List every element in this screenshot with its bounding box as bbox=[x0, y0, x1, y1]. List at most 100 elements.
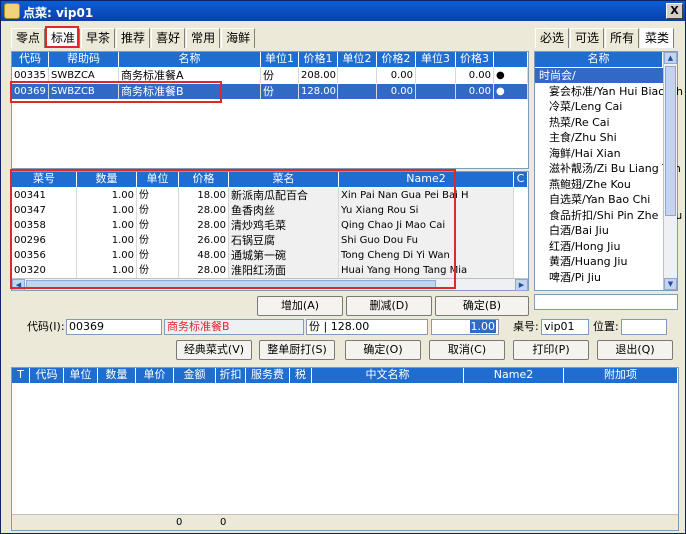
category-item[interactable]: 海鲜/Hai Xian bbox=[549, 146, 621, 161]
position-input[interactable] bbox=[621, 319, 667, 335]
category-vertical-scrollbar[interactable]: ▲ ▼ bbox=[663, 52, 677, 290]
col-amount[interactable]: 金额 bbox=[174, 368, 216, 383]
add-button[interactable]: 增加(A) bbox=[257, 296, 343, 316]
close-button[interactable]: X bbox=[666, 3, 683, 19]
quantity-input[interactable]: 1.00 bbox=[431, 319, 499, 335]
total-amount: 0 bbox=[220, 517, 227, 528]
ok-button[interactable]: 确定(B) bbox=[435, 296, 529, 316]
col-c[interactable]: C bbox=[514, 172, 528, 187]
col-t[interactable]: T bbox=[12, 368, 30, 383]
name-display: 商务标准餐B bbox=[164, 319, 304, 335]
category-col-name[interactable]: 名称 bbox=[535, 52, 663, 67]
col-mark bbox=[494, 52, 528, 67]
col-price2[interactable]: 价格2 bbox=[377, 52, 416, 67]
row-mark-icon: ● bbox=[494, 68, 528, 83]
row-mark-icon: ● bbox=[494, 84, 528, 99]
quantity-value: 1.00 bbox=[469, 320, 496, 333]
cell-price2: 0.00 bbox=[377, 68, 416, 83]
scroll-right-icon[interactable]: ▶ bbox=[515, 279, 528, 291]
category-list: 名称 时尚会/宴会标准/Yan Hui Biao Zh 冷菜/Leng Cai 热菜… bbox=[534, 51, 683, 291]
col-code[interactable]: 代码 bbox=[12, 52, 49, 67]
col-unit3[interactable]: 单位3 bbox=[416, 52, 456, 67]
cell-unit3 bbox=[416, 84, 456, 99]
col-chinese-name[interactable]: 中文名称 bbox=[312, 368, 464, 383]
order-table: T 代码 单位 数量 单价 金额 折扣 服务费 税 中文名称 Name2 附加项… bbox=[11, 367, 679, 531]
cell-price3: 0.00 bbox=[456, 84, 494, 99]
col-code[interactable]: 代码 bbox=[30, 368, 64, 383]
table-input[interactable]: vip01 bbox=[541, 319, 589, 335]
col-extras[interactable]: 附加项 bbox=[564, 368, 678, 383]
print-kitchen-button[interactable]: 整单厨打(S) bbox=[259, 340, 335, 360]
classic-dishes-button[interactable]: 经典菜式(V) bbox=[176, 340, 252, 360]
cell-unit2 bbox=[338, 68, 377, 83]
category-item[interactable]: 啤酒/Pi Jiu bbox=[549, 270, 601, 285]
tab-favorite[interactable]: 喜好 bbox=[151, 28, 186, 48]
cell-unit2 bbox=[338, 84, 377, 99]
category-item[interactable]: 冷菜/Leng Cai bbox=[549, 99, 622, 114]
print-button[interactable]: 打印(P) bbox=[513, 340, 589, 360]
category-item[interactable]: 热菜/Re Cai bbox=[549, 115, 610, 130]
exit-button[interactable]: 退出(Q) bbox=[597, 340, 673, 360]
tab-dish-category[interactable]: 菜类 bbox=[640, 28, 675, 48]
col-price1[interactable]: 价格1 bbox=[299, 52, 338, 67]
scroll-up-icon[interactable]: ▲ bbox=[664, 52, 677, 64]
category-item[interactable]: 燕鲍翅/Zhe Kou bbox=[549, 177, 631, 192]
tab-all[interactable]: 所有 bbox=[605, 28, 640, 48]
right-status-box bbox=[534, 294, 678, 310]
window-title: 点菜: vip01 bbox=[23, 6, 94, 20]
tab-optional[interactable]: 可选 bbox=[570, 28, 605, 48]
col-unit-price[interactable]: 单价 bbox=[136, 368, 174, 383]
category-item[interactable]: 黄酒/Huang Jiu bbox=[549, 254, 627, 269]
cell-unit3 bbox=[416, 68, 456, 83]
category-item[interactable]: 时尚会/ bbox=[539, 68, 576, 83]
tab-lingdian[interactable]: 零点 bbox=[11, 28, 46, 48]
code-input[interactable]: 00369 bbox=[66, 319, 162, 335]
detail-highlight-box bbox=[10, 169, 456, 289]
app-icon bbox=[4, 3, 20, 19]
cell-unit1: 份 bbox=[261, 68, 299, 83]
order-table-header: T 代码 单位 数量 单价 金额 折扣 服务费 税 中文名称 Name2 附加项 bbox=[12, 368, 678, 383]
tab-breakfast[interactable]: 早茶 bbox=[81, 28, 116, 48]
col-tax[interactable]: 税 bbox=[290, 368, 312, 383]
col-unit2[interactable]: 单位2 bbox=[338, 52, 377, 67]
col-name2[interactable]: Name2 bbox=[464, 368, 564, 383]
cell-price3: 0.00 bbox=[456, 68, 494, 83]
col-unit1[interactable]: 单位1 bbox=[261, 52, 299, 67]
tab-required[interactable]: 必选 bbox=[535, 28, 570, 48]
tab-seafood[interactable]: 海鲜 bbox=[221, 28, 256, 48]
selected-row-highlight-box bbox=[10, 81, 222, 103]
delete-button[interactable]: 删减(D) bbox=[346, 296, 432, 316]
cell-price2: 0.00 bbox=[377, 84, 416, 99]
cell-unit1: 份 bbox=[261, 84, 299, 99]
category-header: 名称 bbox=[535, 52, 663, 67]
col-qty[interactable]: 数量 bbox=[98, 368, 136, 383]
confirm-button[interactable]: 确定(O) bbox=[345, 340, 421, 360]
col-unit[interactable]: 单位 bbox=[64, 368, 98, 383]
right-tab-strip: 必选 可选 所有 菜类 bbox=[535, 28, 675, 48]
standard-package-table: 代码 帮助码 名称 单位1 价格1 单位2 价格2 单位3 价格3 00335 … bbox=[11, 51, 529, 169]
position-label: 位置: bbox=[593, 320, 619, 333]
scroll-thumb[interactable] bbox=[665, 66, 676, 216]
unit-price-select[interactable]: 份 | 128.00 bbox=[306, 319, 428, 335]
category-item[interactable]: 自选菜/Yan Bao Chi bbox=[549, 192, 650, 207]
tab-highlight-box bbox=[45, 26, 79, 48]
tab-recommend[interactable]: 推荐 bbox=[116, 28, 151, 48]
std-table-header: 代码 帮助码 名称 单位1 价格1 单位2 价格2 单位3 价格3 bbox=[12, 52, 528, 67]
col-discount[interactable]: 折扣 bbox=[216, 368, 246, 383]
category-item[interactable]: 白酒/Bai Jiu bbox=[549, 223, 609, 238]
category-item[interactable]: 滋补靓汤/Zi Bu Liang Tan bbox=[549, 161, 681, 176]
cancel-button[interactable]: 取消(C) bbox=[429, 340, 505, 360]
col-help-code[interactable]: 帮助码 bbox=[49, 52, 119, 67]
col-service-fee[interactable]: 服务费 bbox=[246, 368, 290, 383]
scroll-down-icon[interactable]: ▼ bbox=[664, 278, 677, 290]
cell-price1: 128.00 bbox=[299, 84, 338, 99]
col-price3[interactable]: 价格3 bbox=[456, 52, 494, 67]
category-item[interactable]: 主食/Zhu Shi bbox=[549, 130, 617, 145]
table-label: 桌号: bbox=[513, 320, 539, 333]
title-bar[interactable]: 点菜: vip01 X bbox=[1, 1, 685, 21]
order-window: 点菜: vip01 X 零点 标准 早茶 推荐 喜好 常用 海鲜 必选 可选 所… bbox=[0, 0, 686, 534]
code-label: 代码(I): bbox=[27, 320, 65, 333]
tab-common[interactable]: 常用 bbox=[186, 28, 221, 48]
col-name[interactable]: 名称 bbox=[119, 52, 261, 67]
category-item[interactable]: 红酒/Hong Jiu bbox=[549, 239, 620, 254]
